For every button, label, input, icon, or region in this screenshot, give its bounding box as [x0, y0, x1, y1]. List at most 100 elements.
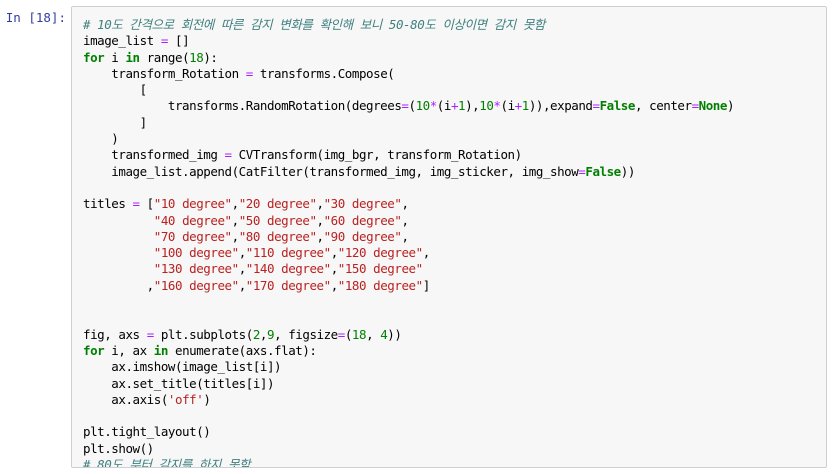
code-cell-input[interactable]: # 10도 간격으로 회전에 따른 감지 변화를 확인해 보니 50-80도 이…: [71, 6, 827, 468]
code-line: fig, axs = plt.subplots(2,9, figsize=(18…: [83, 327, 826, 343]
code-line: ): [83, 131, 826, 147]
code-line: plt.tight_layout(): [83, 424, 826, 440]
code-token: ,: [231, 196, 240, 212]
code-token: =: [245, 65, 254, 81]
code-token: "50 degree": [238, 212, 317, 228]
code-token: (i: [436, 98, 452, 114]
code-line: ,"160 degree","170 degree","180 degree"]: [83, 278, 826, 294]
code-token: ,: [316, 212, 325, 228]
code-token: =: [160, 33, 169, 49]
code-line: titles = ["10 degree","20 degree","30 de…: [83, 196, 826, 212]
code-token: (: [344, 326, 353, 342]
code-token: ,: [259, 326, 268, 342]
code-token: "80 degree": [238, 228, 317, 244]
code-token: plt.subplots(: [153, 326, 253, 342]
code-token: []: [167, 33, 190, 49]
code-token: ,: [83, 277, 155, 293]
code-token: (i: [500, 98, 516, 114]
code-token: enumerate(axs.flat):: [167, 342, 317, 358]
code-token: "150 degree": [337, 261, 423, 277]
code-token: ]: [83, 114, 148, 130]
code-token: "60 degree": [323, 212, 402, 228]
code-token: ),: [465, 98, 480, 114]
code-token: +: [450, 98, 459, 114]
code-line: ax.axis('off'): [83, 392, 826, 408]
code-token: range(: [139, 49, 190, 65]
code-token: 2: [252, 326, 261, 342]
code-token: *: [429, 98, 438, 114]
code-line: "70 degree","80 degree","90 degree",: [83, 229, 826, 245]
code-token: i: [104, 49, 126, 65]
code-line: # 80도 부터 감지를 하지 못함: [83, 457, 826, 468]
code-token: transforms.Compose(: [252, 65, 395, 81]
code-comment: # 80도 부터 감지를 하지 못함: [83, 457, 251, 468]
code-token: ,: [238, 261, 247, 277]
code-token: 10: [415, 98, 431, 114]
code-line: ax.imshow(image_list[i]): [83, 359, 826, 375]
code-token: for: [83, 342, 105, 358]
code-line: image_list.append(CatFilter(transformed_…: [83, 164, 826, 180]
code-line: # 10도 간격으로 회전에 따른 감지 변화를 확인해 보니 50-80도 이…: [83, 17, 826, 33]
code-token: 1: [521, 98, 530, 114]
code-token: "10 degree": [153, 196, 232, 212]
code-token: ): [726, 98, 735, 114]
code-token: "170 degree": [245, 277, 331, 293]
code-token: 10: [479, 98, 494, 114]
code-token: ax.imshow(image_list[i]): [83, 359, 282, 375]
code-token: [: [139, 196, 155, 212]
code-line: transformed_img = CVTransform(img_bgr, t…: [83, 147, 826, 163]
code-token: "100 degree": [153, 245, 239, 261]
code-comment: # 10도 간격으로 회전에 따른 감지 변화를 확인해 보니 50-80도 이…: [83, 17, 545, 32]
code-token: 18: [351, 326, 367, 342]
code-token: =: [691, 98, 700, 114]
code-token: =: [132, 196, 141, 212]
code-token: False: [585, 163, 621, 179]
code-editor[interactable]: # 10도 간격으로 회전에 따른 감지 변화를 확인해 보니 50-80도 이…: [72, 7, 826, 468]
code-token: "140 degree": [245, 261, 331, 277]
code-line: transform_Rotation = transforms.Compose(: [83, 66, 826, 82]
code-token: ,: [238, 245, 247, 261]
code-line: for i in range(18):: [83, 50, 826, 66]
code-token: image_list.append(CatFilter(transformed_…: [83, 163, 579, 179]
code-token: None: [698, 98, 728, 114]
code-token: =: [337, 326, 346, 342]
code-token: ,: [231, 212, 240, 228]
code-token: ,: [366, 326, 381, 342]
code-token: CVTransform(img_bgr, transform_Rotation): [231, 147, 522, 163]
code-token: ): [203, 391, 211, 407]
code-token: "160 degree": [153, 277, 239, 293]
code-token: )): [620, 163, 636, 179]
code-line: ]: [83, 115, 826, 131]
code-token: "90 degree": [323, 228, 402, 244]
code-token: plt.show(): [83, 440, 154, 456]
code-token: ,: [330, 245, 339, 261]
code-token: "20 degree": [238, 196, 317, 212]
code-token: in: [125, 49, 140, 65]
code-line: for i, ax in enumerate(axs.flat):: [83, 343, 826, 359]
code-token: 'off': [167, 391, 204, 407]
code-token: (: [408, 98, 416, 114]
code-token: ,: [401, 228, 409, 244]
code-token: )): [387, 326, 402, 342]
code-token: ,: [316, 228, 325, 244]
code-token: image_list: [83, 33, 161, 49]
code-line: transforms.RandomRotation(degrees=(10*(i…: [83, 98, 826, 114]
code-token: )),expand: [528, 98, 593, 114]
code-token: *: [493, 98, 501, 114]
code-token: , center: [634, 98, 692, 114]
code-line: "100 degree","110 degree","120 degree",: [83, 245, 826, 261]
code-token: plt.tight_layout(): [83, 424, 211, 440]
code-token: transformed_img: [83, 147, 225, 163]
code-token: ,: [401, 212, 409, 228]
code-token: [: [83, 82, 148, 98]
code-token: ,: [422, 245, 431, 261]
code-token: transform_Rotation: [83, 65, 246, 81]
code-token: 18: [189, 49, 204, 65]
code-token: =: [592, 98, 601, 114]
code-line: [: [83, 82, 826, 98]
code-token: False: [599, 98, 636, 114]
code-token: "110 degree": [245, 245, 331, 261]
